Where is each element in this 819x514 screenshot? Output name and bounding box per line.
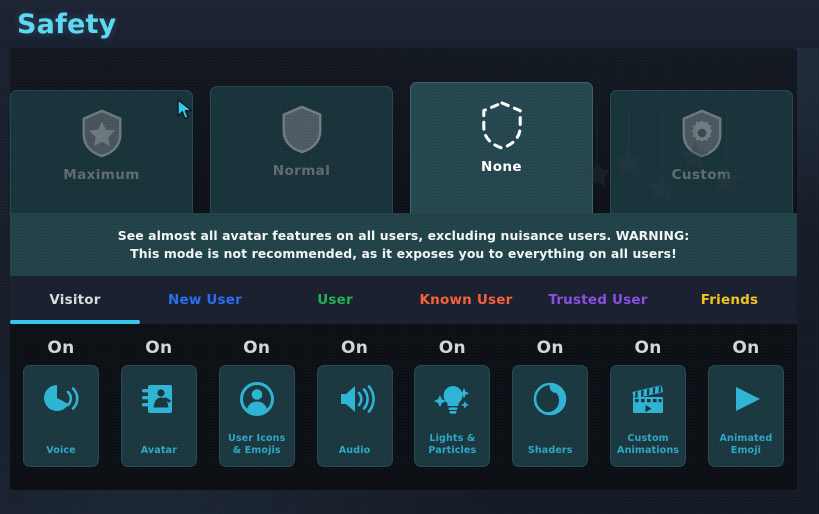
toggle-card-animated-emoji[interactable]: Animated Emoji: [707, 365, 784, 467]
toggle-card-voice[interactable]: Voice: [23, 365, 99, 467]
shield-gear-icon: [682, 109, 721, 158]
toggle-state-label: On: [732, 338, 760, 358]
toggle-state-label: On: [536, 338, 564, 358]
avatar-icon: [141, 385, 172, 413]
toggle-label: Custom Animations: [617, 433, 680, 456]
safety-mode-card-none[interactable]: None: [410, 82, 593, 213]
tab-trusted-user[interactable]: Trusted User: [532, 276, 664, 324]
toggle-state-label: On: [634, 338, 662, 358]
toggle-card-audio[interactable]: Audio: [316, 365, 393, 467]
toggle-card-shaders[interactable]: Shaders: [512, 365, 589, 467]
shaders-icon: [533, 382, 567, 416]
user-icons-emojis-icon: [239, 382, 274, 416]
safety-mode-card-custom[interactable]: Custom: [610, 90, 793, 213]
feature-toggle-user-icons-emojis: On User Icons & Emojis: [214, 324, 300, 490]
audio-icon: [340, 385, 375, 413]
feature-toggle-voice: On Voice: [18, 324, 104, 490]
tab-label: Visitor: [49, 292, 101, 308]
tab-new-user[interactable]: New User: [140, 276, 270, 324]
page-header: Safety: [0, 0, 819, 48]
tab-label: Friends: [700, 292, 759, 308]
tab-label: Trusted User: [548, 292, 648, 308]
feature-toggle-lights-particles: On Lights & Particles: [409, 324, 495, 490]
safety-mode-label: None: [481, 159, 522, 175]
safety-mode-card-maximum[interactable]: Maximum: [10, 90, 193, 213]
safety-mode-description: See almost all avatar features on all us…: [10, 213, 797, 276]
lights-particles-icon: [434, 386, 470, 414]
toggle-label: Lights & Particles: [428, 433, 477, 456]
feature-toggle-audio: On Audio: [312, 324, 398, 490]
toggle-label: Audio: [338, 445, 371, 456]
toggle-state-label: On: [340, 338, 369, 358]
feature-toggle-row: On Voice On Avatar On User Icons & Emoji…: [10, 324, 797, 490]
toggle-label: Avatar: [140, 445, 177, 456]
shield-star-icon: [82, 109, 121, 158]
toggle-label: Shaders: [527, 445, 573, 456]
page-title: Safety: [17, 8, 117, 40]
safety-mode-label: Custom: [671, 167, 732, 183]
tab-label: Known User: [419, 292, 513, 308]
toggle-card-lights-particles[interactable]: Lights & Particles: [414, 365, 491, 467]
feature-toggle-animated-emoji: On Animated Emoji: [703, 324, 789, 490]
warning-line-1: See almost all avatar features on all us…: [117, 228, 690, 243]
voice-icon: [44, 385, 79, 411]
safety-mode-card-normal[interactable]: Normal: [210, 86, 393, 213]
feature-toggle-custom-animations: On Custom Animations: [605, 324, 691, 490]
safety-settings-screen: Safety Maximum Normal None Custom See al…: [0, 0, 819, 514]
toggle-card-custom-animations[interactable]: Custom Animations: [610, 365, 687, 467]
toggle-label: Voice: [46, 445, 76, 456]
toggle-state-label: On: [438, 338, 466, 358]
trust-rank-tabbar: Visitor New User User Known User Trusted…: [10, 276, 797, 324]
toggle-card-avatar[interactable]: Avatar: [120, 365, 197, 467]
toggle-state-label: On: [145, 338, 173, 358]
tab-label: User: [317, 292, 353, 308]
tab-friends[interactable]: Friends: [664, 276, 795, 324]
safety-mode-label: Normal: [272, 163, 331, 179]
tab-known-user[interactable]: Known User: [400, 276, 532, 324]
safety-mode-label: Maximum: [63, 167, 140, 183]
toggle-state-label: On: [47, 338, 75, 358]
tab-visitor[interactable]: Visitor: [10, 276, 140, 324]
warning-line-2: This mode is not recommended, as it expo…: [130, 246, 677, 261]
toggle-card-user-icons-emojis[interactable]: User Icons & Emojis: [218, 365, 295, 467]
safety-mode-row: Maximum Normal None Custom: [10, 68, 797, 213]
safety-panel: Maximum Normal None Custom See almost al…: [10, 48, 797, 490]
toggle-label: Animated Emoji: [719, 433, 773, 456]
toggle-label: User Icons & Emojis: [227, 433, 286, 456]
tab-label: New User: [167, 292, 243, 308]
tab-user[interactable]: User: [270, 276, 400, 324]
toggle-state-label: On: [243, 338, 271, 358]
custom-animations-icon: [632, 385, 664, 413]
shield-solid-icon: [282, 105, 321, 154]
animated-emoji-icon: [735, 387, 760, 411]
feature-toggle-avatar: On Avatar: [116, 324, 202, 490]
feature-toggle-shaders: On Shaders: [507, 324, 593, 490]
shield-dashed-icon: [481, 101, 522, 150]
